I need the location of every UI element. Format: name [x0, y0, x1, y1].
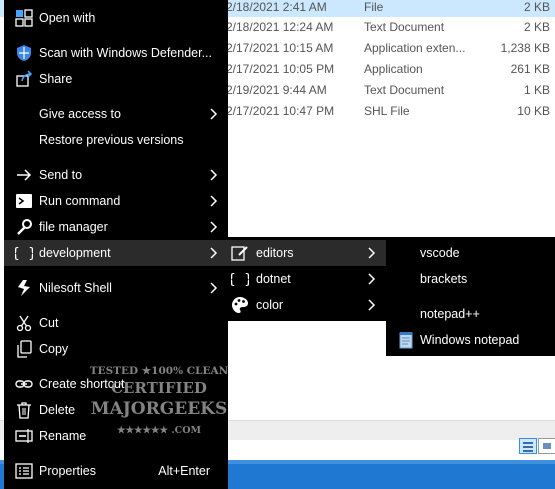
chevron-right-icon [208, 194, 218, 208]
watermark-line3: MAJORGEEKS [91, 399, 227, 419]
menu-item-label: editors [256, 246, 294, 260]
menu-item-nilesoft-shell[interactable]: Nilesoft Shell [4, 275, 228, 301]
menu-item-label: Delete [39, 403, 76, 417]
file-date: 2/17/2021 10:05 PM [226, 62, 335, 76]
menu-item-label: Restore previous versions [39, 133, 184, 147]
menu-item-label: color [256, 298, 284, 312]
palette-icon [231, 296, 249, 314]
file-size: 2 KB [523, 0, 550, 14]
menu-item-label: vscode [420, 246, 460, 260]
file-date: 2/19/2021 9:44 AM [226, 83, 327, 97]
file-size: 1 KB [523, 83, 550, 97]
file-date: 2/17/2021 10:15 AM [226, 41, 334, 55]
windows-defender-icon [15, 44, 33, 62]
file-date: 2/17/2021 10:47 PM [226, 104, 335, 118]
file-size: 10 KB [517, 104, 550, 118]
menu-item-development[interactable]: { } development [4, 240, 228, 266]
menu-item-brackets[interactable]: brackets [386, 266, 555, 292]
menu-item-file-manager[interactable]: file manager [4, 214, 228, 240]
chevron-right-icon [366, 272, 376, 286]
chevron-right-icon [208, 220, 218, 234]
menu-item-editors[interactable]: editors [222, 240, 386, 266]
menu-item-cut[interactable]: Cut [4, 310, 228, 336]
trash-icon [15, 401, 33, 419]
menu-item-scan-defender[interactable]: Scan with Windows Defender... [4, 40, 228, 66]
terminal-icon [15, 192, 33, 210]
menu-item-dotnet[interactable]: { } dotnet [222, 266, 386, 292]
menu-item-label: dotnet [256, 272, 291, 286]
menu-item-label: Share [39, 72, 73, 86]
details-view-button[interactable] [519, 438, 537, 454]
file-type: File [364, 0, 384, 14]
majorgeeks-watermark: TESTED ★100% CLEAN CERTIFIED MAJORGEEKS … [89, 357, 229, 447]
file-type: Application [364, 62, 423, 76]
share-icon [15, 70, 33, 88]
menu-item-run-command[interactable]: Run command [4, 188, 228, 214]
watermark-line4: ★★★★★★ .COM [117, 425, 202, 436]
watermark-line1: TESTED ★100% CLEAN [90, 365, 229, 377]
keyboard-shortcut: Alt+Enter [158, 464, 210, 478]
menu-item-vscode[interactable]: vscode [386, 240, 555, 266]
menu-item-restore-versions[interactable]: Restore previous versions [4, 127, 228, 153]
menu-item-label: Nilesoft Shell [39, 281, 112, 295]
svg-text:{ }: { } [15, 246, 33, 262]
menu-item-label: Scan with Windows Defender... [39, 46, 212, 60]
chevron-right-icon [208, 168, 218, 182]
menu-item-label: development [39, 246, 111, 260]
menu-item-label: Send to [39, 168, 83, 182]
edit-icon [231, 244, 249, 262]
menu-item-color[interactable]: color [222, 292, 386, 318]
file-type: Application exten... [364, 41, 466, 55]
link-icon [15, 375, 33, 393]
chevron-right-icon [366, 298, 376, 312]
copy-icon [15, 340, 33, 358]
menu-item-label: Properties [39, 464, 96, 478]
menu-item-label: brackets [420, 272, 468, 286]
open-with-icon [15, 9, 33, 27]
menu-item-label: Run command [39, 194, 121, 208]
nilesoft-logo-icon [15, 279, 33, 297]
menu-item-open-with[interactable]: Open with [4, 5, 228, 31]
file-size: 2 KB [523, 20, 550, 34]
file-type: Text Document [364, 20, 445, 34]
file-size: 261 KB [510, 62, 550, 76]
menu-item-label: Give access to [39, 107, 121, 121]
rename-icon [15, 427, 33, 445]
menu-item-label: Windows notepad [420, 333, 520, 347]
large-icons-view-button[interactable] [538, 438, 555, 454]
braces-icon: { } [15, 244, 33, 262]
menu-item-notepad[interactable]: Windows notepad [386, 327, 555, 353]
file-type: Text Document [364, 83, 445, 97]
wrench-icon [15, 218, 33, 236]
file-date: 2/18/2021 12:24 AM [226, 20, 334, 34]
menu-item-label: Open with [39, 11, 96, 25]
development-submenu: editors { } dotnet color [222, 237, 386, 321]
chevron-right-icon [366, 246, 376, 260]
menu-item-label: Rename [39, 429, 87, 443]
watermark-line2: CERTIFIED [111, 379, 207, 397]
editors-submenu: vscode brackets notepad++ Windows notepa… [386, 237, 555, 356]
properties-icon [15, 462, 33, 480]
chevron-right-icon [208, 246, 218, 260]
braces-icon: { } [231, 270, 249, 288]
menu-item-label: notepad++ [420, 307, 480, 321]
menu-item-properties[interactable]: Properties Alt+Enter [4, 458, 228, 484]
menu-item-label: Copy [39, 342, 69, 356]
scissors-icon [15, 314, 33, 332]
menu-item-label: file manager [39, 220, 108, 234]
menu-item-send-to[interactable]: Send to [4, 162, 228, 188]
chevron-right-icon [208, 281, 218, 295]
menu-item-share[interactable]: Share [4, 66, 228, 92]
menu-item-give-access[interactable]: Give access to [4, 101, 228, 127]
arrow-right-icon [15, 166, 33, 184]
notepad-icon [397, 331, 415, 349]
chevron-right-icon [208, 107, 218, 121]
menu-item-label: Cut [39, 316, 59, 330]
file-size: 1,238 KB [500, 41, 550, 55]
file-date: 2/18/2021 2:41 AM [226, 0, 327, 14]
svg-text:{ }: { } [231, 272, 249, 288]
menu-item-notepadpp[interactable]: notepad++ [386, 301, 555, 327]
file-type: SHL File [364, 104, 410, 118]
